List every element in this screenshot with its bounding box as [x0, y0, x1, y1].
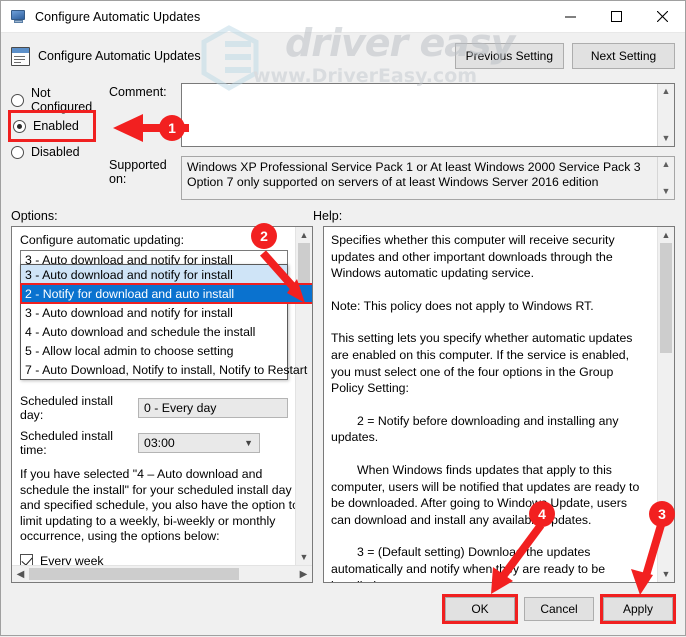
radio-disabled-label: Disabled: [31, 145, 80, 159]
annotation-badge-1: 1: [159, 115, 185, 141]
annotation-badge-2: 2: [251, 223, 277, 249]
text-fields-area: Comment: ▲ ▼ Supported on: Windows XP Pr…: [93, 83, 675, 200]
help-paragraph: This setting lets you specify whether au…: [331, 331, 633, 396]
scheduled-install-time-combobox[interactable]: 03:00 ▼: [138, 433, 260, 453]
comment-scrollbar[interactable]: ▲ ▼: [657, 84, 674, 146]
supported-on-row: Supported on: Windows XP Professional Se…: [109, 156, 675, 200]
chevron-up-icon[interactable]: ▲: [662, 84, 671, 99]
radio-enabled[interactable]: Enabled: [8, 110, 96, 142]
setting-title: Configure Automatic Updates: [38, 49, 201, 63]
ok-button-highlight: OK: [442, 594, 518, 624]
next-setting-button[interactable]: Next Setting: [572, 43, 675, 69]
scrollbar-thumb[interactable]: [29, 568, 240, 580]
chevron-down-icon[interactable]: ▼: [662, 131, 671, 146]
supported-on-scrollbar[interactable]: ▲ ▼: [657, 157, 674, 199]
options-pane-horizontal-scrollbar[interactable]: ◀ ▶: [12, 565, 312, 582]
every-week-label: Every week: [40, 553, 104, 566]
maximize-button[interactable]: [593, 1, 639, 32]
chevron-down-icon[interactable]: ▼: [296, 552, 312, 562]
comment-textarea[interactable]: ▲ ▼: [181, 83, 675, 147]
minimize-button[interactable]: [547, 1, 593, 32]
supported-on-textarea: Windows XP Professional Service Pack 1 o…: [181, 156, 675, 200]
chevron-down-icon: ▼: [244, 438, 253, 448]
dropdown-item[interactable]: 5 - Allow local admin to choose setting: [21, 341, 287, 360]
scheduled-install-day-value: 0 - Every day: [144, 401, 217, 415]
configure-automatic-updates-window: Configure Automatic Updates Configure Au…: [0, 0, 686, 636]
scheduled-install-time-value: 03:00: [144, 436, 175, 450]
every-week-checkbox[interactable]: [20, 554, 33, 565]
scheduled-install-day-combobox[interactable]: 0 - Every day: [138, 398, 288, 418]
cancel-button-wrap: Cancel: [524, 597, 594, 621]
panes-container: Configure automatic updating: 3 - Auto d…: [1, 226, 685, 583]
help-label: Help:: [313, 209, 343, 223]
radio-not-configured-label: Not Configured: [31, 86, 93, 114]
help-paragraph: 2 = Notify before downloading and instal…: [331, 413, 619, 445]
radio-disabled[interactable]: Disabled: [11, 139, 93, 165]
scheduled-install-day-row: Scheduled install day: 0 - Every day: [20, 394, 304, 422]
options-pane-vertical-scrollbar[interactable]: ▲ ▼: [295, 227, 312, 565]
comment-row: Comment: ▲ ▼: [109, 83, 675, 147]
apply-button-highlight: Apply: [600, 594, 676, 624]
close-button[interactable]: [639, 1, 685, 32]
annotation-badge-4: 4: [529, 501, 555, 527]
dropdown-item-selected[interactable]: 2 - Notify for download and auto install: [20, 283, 312, 304]
dropdown-item[interactable]: 4 - Auto download and schedule the insta…: [21, 322, 287, 341]
help-pane: Specifies whether this computer will rec…: [323, 226, 675, 583]
help-paragraph: Specifies whether this computer will rec…: [331, 233, 615, 281]
every-week-checkbox-row[interactable]: Every week: [20, 553, 304, 566]
radio-enabled-indicator: [13, 119, 26, 133]
help-content: Specifies whether this computer will rec…: [324, 227, 674, 582]
ok-button[interactable]: OK: [445, 597, 515, 621]
chevron-right-icon[interactable]: ▶: [295, 569, 312, 580]
scheduled-install-day-label: Scheduled install day:: [20, 394, 113, 422]
dropdown-item[interactable]: 7 - Auto Download, Notify to install, No…: [21, 360, 307, 379]
dropdown-item[interactable]: 3 - Auto download and notify for install: [21, 303, 287, 322]
computer-policy-icon: [10, 9, 28, 25]
chevron-up-icon[interactable]: ▲: [658, 230, 674, 240]
options-label: Options:: [11, 209, 58, 223]
top-form-area: Not Configured Enabled Disabled Comment:…: [1, 79, 685, 200]
options-description-text: If you have selected "4 – Auto download …: [20, 467, 299, 543]
scrollbar-thumb[interactable]: [298, 243, 310, 289]
help-pane-body: Specifies whether this computer will rec…: [324, 227, 674, 582]
chevron-down-icon[interactable]: ▼: [658, 569, 674, 579]
chevron-up-icon[interactable]: ▲: [662, 157, 671, 172]
dialog-footer: OK Cancel Apply: [1, 583, 685, 635]
radio-not-configured-indicator: [11, 93, 24, 107]
state-radio-group: Not Configured Enabled Disabled: [8, 83, 96, 200]
chevron-down-icon[interactable]: ▼: [662, 184, 671, 199]
apply-button[interactable]: Apply: [603, 597, 673, 621]
scrollbar-thumb[interactable]: [660, 243, 672, 353]
chevron-left-icon[interactable]: ◀: [12, 569, 29, 580]
annotation-badge-3: 3: [649, 501, 675, 527]
chevron-up-icon[interactable]: ▲: [296, 230, 312, 240]
previous-setting-button[interactable]: Previous Setting: [454, 43, 564, 69]
configure-automatic-updating-dropdown[interactable]: 3 - Auto download and notify for install…: [20, 264, 312, 380]
setting-header: Configure Automatic Updates Previous Set…: [1, 33, 685, 79]
scheduled-install-time-row: Scheduled install time: 03:00 ▼: [20, 429, 304, 457]
help-paragraph: 3 = (Default setting) Download the updat…: [331, 545, 606, 582]
help-paragraph: Note: This policy does not apply to Wind…: [331, 298, 594, 313]
radio-disabled-indicator: [11, 145, 24, 159]
supported-on-value: Windows XP Professional Service Pack 1 o…: [187, 160, 641, 189]
help-pane-vertical-scrollbar[interactable]: ▲ ▼: [657, 227, 674, 582]
supported-on-label: Supported on:: [109, 158, 167, 186]
policy-setting-icon: [11, 46, 30, 66]
comment-value: [182, 84, 657, 146]
options-pane: Configure automatic updating: 3 - Auto d…: [11, 226, 313, 583]
scrollbar-track[interactable]: [29, 566, 295, 582]
dropdown-item[interactable]: 3 - Auto download and notify for install: [21, 265, 287, 284]
section-labels: Options: Help:: [1, 200, 685, 226]
radio-not-configured[interactable]: Not Configured: [11, 86, 93, 114]
title-bar: Configure Automatic Updates: [1, 1, 685, 33]
window-title: Configure Automatic Updates: [35, 9, 201, 24]
cancel-button[interactable]: Cancel: [524, 597, 594, 621]
help-paragraph: When Windows finds updates that apply to…: [331, 462, 640, 527]
radio-enabled-label: Enabled: [33, 119, 79, 133]
scheduled-install-time-label: Scheduled install time:: [20, 429, 113, 457]
options-pane-body: Configure automatic updating: 3 - Auto d…: [12, 227, 312, 565]
